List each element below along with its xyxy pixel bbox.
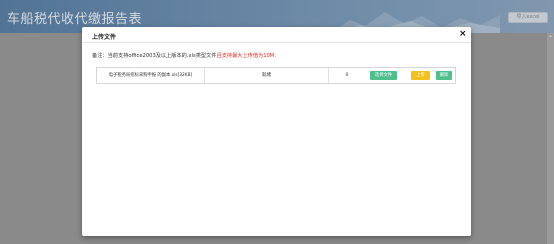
choose-file-button[interactable]: 选择文件 [370,71,397,80]
page-scrollbar[interactable] [547,33,554,244]
import-excel-button[interactable]: 导入excel [508,12,548,23]
close-icon[interactable]: × [459,29,467,39]
dialog-title: 上传文件 [92,34,117,41]
page-title: 车船税代收代缴报告表 [7,12,143,27]
file-row: 电子税务局招标采购申报 的副本.xls[32KB] 就绪 0 选择文件 上传 删… [96,67,456,84]
chevron-up-icon[interactable]: ⌃ [548,36,553,42]
file-name: 电子税务局招标采购申报 的副本.xls[32KB] [97,68,205,83]
upload-dialog: 上传文件 × 备注：当前支持office2003及以上版本的.xls类型文件且支… [82,27,471,236]
upload-progress: 0 [345,73,349,78]
file-status: 就绪 [205,68,329,83]
upload-note: 备注：当前支持office2003及以上版本的.xls类型文件且支持最大上传值为… [92,52,276,59]
note-warning: 且支持最大上传值为10M. [216,53,276,59]
upload-button[interactable]: 上传 [411,71,430,80]
delete-button[interactable]: 删除 [436,71,452,80]
dialog-divider [82,42,471,43]
note-text: 备注：当前支持office2003及以上版本的.xls类型文件 [92,53,217,59]
